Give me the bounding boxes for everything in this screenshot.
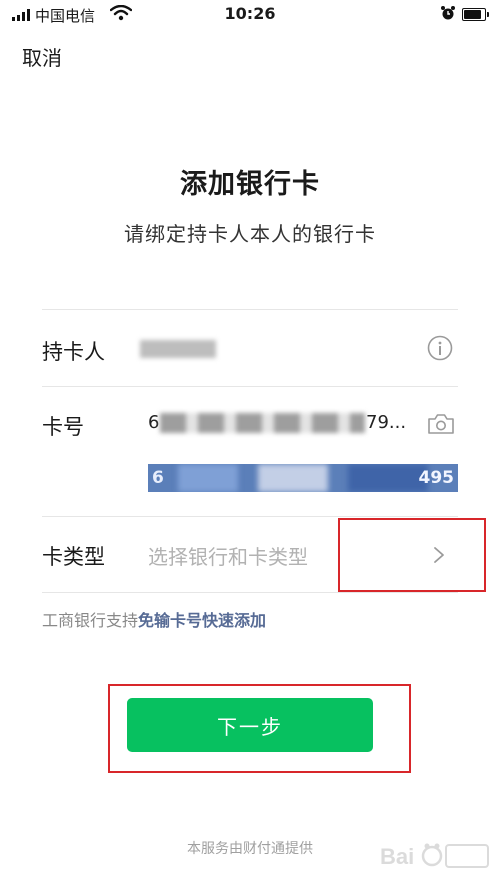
annotation-highlight-card-type bbox=[338, 518, 486, 592]
page-subtitle: 请绑定持卡人本人的银行卡 bbox=[124, 222, 376, 246]
divider bbox=[42, 592, 458, 593]
card-number-suffix: 79... bbox=[366, 412, 407, 433]
card-image-leading-digit: 6 bbox=[152, 468, 164, 488]
baidu-watermark-logo: Bai bbox=[380, 843, 489, 869]
holder-name-redacted bbox=[140, 340, 216, 358]
battery-icon bbox=[462, 8, 489, 21]
cancel-button[interactable]: 取消 bbox=[22, 42, 62, 71]
card-image-trailing-digits: 495 bbox=[418, 468, 455, 488]
quick-add-link[interactable]: 免输卡号快速添加 bbox=[138, 611, 266, 630]
divider bbox=[42, 386, 458, 387]
card-type-selector[interactable]: 选择银行和卡类型 bbox=[148, 541, 308, 570]
holder-label: 持卡人 bbox=[42, 340, 105, 364]
page-title: 添加银行卡 bbox=[180, 169, 320, 200]
status-bar: 中国电信 10:26 bbox=[0, 0, 500, 30]
divider bbox=[42, 309, 458, 310]
promo-prefix: 工商银行支持 bbox=[42, 611, 139, 630]
info-icon[interactable] bbox=[427, 335, 453, 361]
promo-text: 工商银行支持免输卡号快速添加 bbox=[42, 607, 266, 631]
svg-text:Bai: Bai bbox=[380, 844, 414, 869]
divider bbox=[42, 516, 458, 517]
annotation-highlight-next bbox=[108, 684, 411, 773]
card-type-label: 卡类型 bbox=[42, 545, 105, 569]
card-number-label: 卡号 bbox=[42, 415, 84, 439]
card-number-prefix: 6 bbox=[148, 412, 160, 433]
clock: 10:26 bbox=[224, 4, 276, 23]
card-image-preview: 6 495 bbox=[148, 464, 458, 492]
card-number-redacted[interactable] bbox=[160, 413, 365, 433]
alarm-clock-icon bbox=[441, 6, 455, 20]
camera-icon[interactable] bbox=[427, 412, 455, 436]
